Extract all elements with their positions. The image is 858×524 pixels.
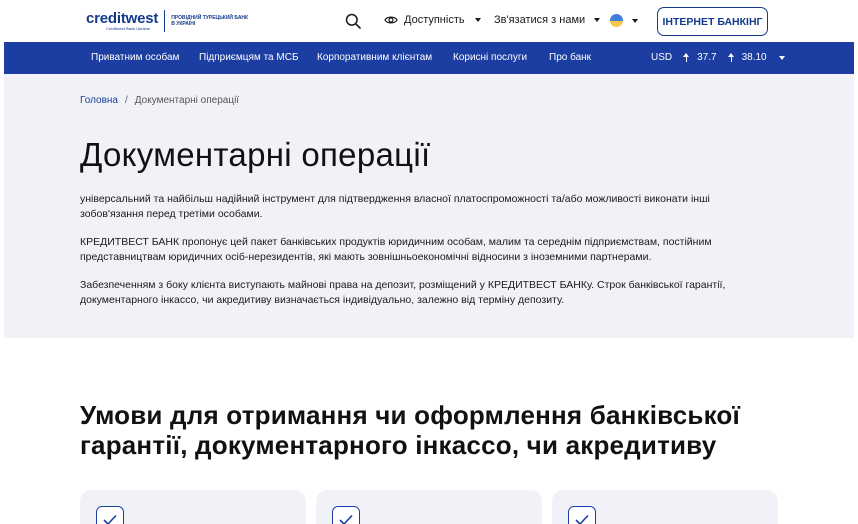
page-title: Документарні операції (80, 136, 431, 173)
chevron-down-icon (474, 18, 481, 22)
breadcrumb-home[interactable]: Головна (80, 95, 118, 106)
logo-wordmark: creditwest Creditwest Bank Ukraine (86, 11, 158, 31)
nav-item-corporate[interactable]: Корпоративним клієнтам (317, 52, 432, 63)
exchange-rate-widget[interactable]: USD 37.7 38.10 (651, 52, 785, 63)
logo[interactable]: creditwest Creditwest Bank Ukraine ПРОВІ… (86, 10, 251, 32)
contact-menu[interactable]: Зв'язатися з нами (494, 14, 601, 26)
rate-buy: 37.7 (697, 52, 717, 63)
nav-item-sme[interactable]: Підприємцям та МСБ (199, 52, 299, 63)
logo-tagline: ПРОВІДНИЙ ТУРЕЦЬКИЙ БАНК В УКРАЇНІ (171, 15, 249, 27)
chevron-down-icon (594, 18, 601, 22)
nav-item-services[interactable]: Корисні послуги (453, 52, 527, 63)
offer-paragraph: КРЕДИТВЕСТ БАНК пропонує цей пакет банкі… (80, 236, 712, 263)
check-icon (332, 506, 360, 524)
rate-sell: 38.10 (741, 52, 767, 63)
logo-divider (164, 10, 166, 32)
intro-paragraph: універсальний та найбільш надійний інстр… (80, 193, 710, 220)
arrow-up-icon (683, 53, 690, 62)
nav-item-private[interactable]: Приватним особам (91, 52, 179, 63)
condition-card (552, 490, 778, 524)
check-icon (568, 506, 596, 524)
language-switcher[interactable] (610, 14, 638, 27)
collateral-paragraph: Забезпеченням з боку клієнта виступають … (80, 279, 726, 306)
chevron-down-icon (778, 55, 785, 60)
contact-label: Зв'язатися з нами (494, 14, 586, 26)
breadcrumb-separator: / (125, 95, 128, 106)
eye-icon (384, 16, 398, 24)
logo-sub: Creditwest Bank Ukraine (106, 26, 151, 31)
logo-word: creditwest (86, 10, 159, 27)
breadcrumb-current: Документарні операції (134, 95, 240, 106)
check-icon (96, 506, 124, 524)
nav-item-about[interactable]: Про банк (549, 52, 591, 63)
arrow-up-icon (727, 53, 735, 62)
conditions-title: Умови для отримання чи оформлення банків… (80, 400, 741, 460)
chevron-down-icon (632, 18, 638, 23)
accessibility-menu[interactable]: Доступність (384, 13, 481, 27)
accessibility-label: Доступність (404, 14, 465, 26)
hero-section: Головна / Документарні операції Документ… (4, 74, 854, 338)
condition-card (80, 490, 306, 524)
breadcrumb: Головна / Документарні операції (80, 95, 239, 106)
currency-code: USD (651, 52, 673, 63)
search-icon[interactable] (345, 13, 361, 29)
internet-banking-button[interactable]: ІНТЕРНЕТ БАНКІНГ (657, 7, 768, 36)
flag-ua-icon (610, 14, 623, 27)
condition-card (316, 490, 542, 524)
main-nav: Приватним особам Підприємцям та МСБ Корп… (4, 42, 854, 74)
site-header: creditwest Creditwest Bank Ukraine ПРОВІ… (0, 0, 858, 42)
